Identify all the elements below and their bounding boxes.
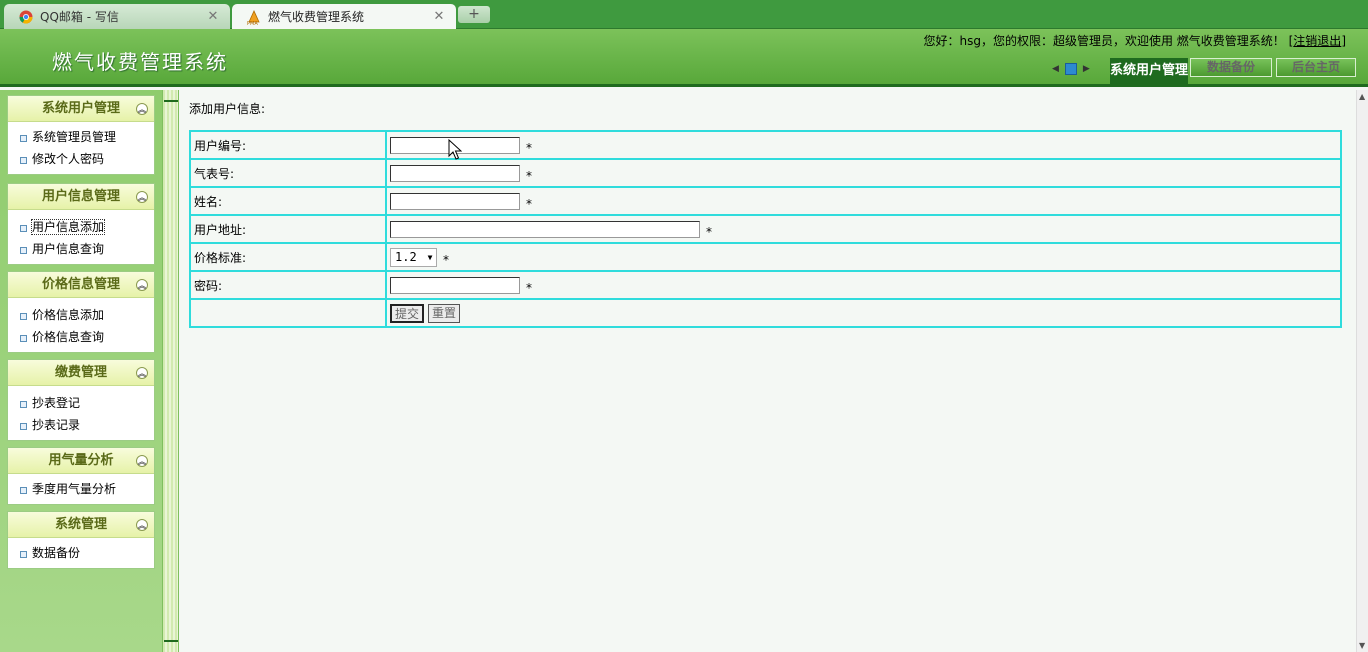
sidebar-item-meter-records[interactable]: 抄表记录 [8, 414, 154, 436]
main-content: 添加用户信息: 用户编号: * 气表号: * 姓名: * 用户地址: * 价格标… [180, 90, 1356, 652]
panel-title: 用户信息管理 [41, 189, 120, 204]
splitter-handle-top[interactable] [164, 90, 178, 102]
price-select-value: 1.2 [395, 250, 417, 264]
reset-button[interactable]: 重置 [428, 303, 461, 323]
chevron-down-icon: ▼ [427, 252, 433, 262]
sidebar: 系统用户管理 ︽ 系统管理员管理 修改个人密码 用户信息管理 ︽ 用户信息添加 … [0, 90, 162, 652]
close-icon[interactable]: ✕ [432, 9, 446, 24]
mouse-cursor-icon [448, 139, 462, 160]
field-label: 密码: [189, 270, 387, 300]
tab-title: QQ邮箱 - 写信 [40, 10, 119, 24]
sidebar-item-user-add[interactable]: 用户信息添加 [8, 216, 154, 238]
welcome-message: 您好：hsg，您的权限：超级管理员，欢迎使用 燃气收费管理系统！ [注销退出] [924, 32, 1347, 49]
header-tab-data-backup[interactable]: 数据备份 [1190, 58, 1272, 77]
sidebar-item-meter-register[interactable]: 抄表登记 [8, 392, 154, 414]
form-row-actions: 提交 重置 [189, 298, 1342, 328]
form-row-price: 价格标准: 1.2 ▼ * [189, 242, 1342, 272]
panel-title: 系统管理 [54, 517, 107, 532]
field-label: 价格标准: [189, 242, 387, 272]
vertical-scrollbar[interactable]: ▲ ▼ [1356, 90, 1368, 652]
collapse-up-icon[interactable]: ︽ [136, 455, 148, 467]
header-tab-home[interactable]: 后台主页 [1276, 58, 1356, 77]
required-mark: * [526, 197, 532, 211]
sidebar-splitter[interactable] [162, 90, 179, 652]
sidebar-panel-system-manage: 系统管理 ︽ 数据备份 [7, 511, 155, 569]
panel-title: 系统用户管理 [41, 101, 120, 116]
sidebar-item-data-backup[interactable]: 数据备份 [8, 542, 154, 564]
panel-header[interactable]: 用气量分析 ︽ [8, 448, 154, 474]
field-label: 气表号: [189, 158, 387, 188]
required-mark: * [443, 253, 449, 267]
required-mark: * [526, 169, 532, 183]
logout-link[interactable]: 注销退出 [1293, 34, 1341, 48]
scroll-up-icon[interactable]: ▲ [1359, 92, 1365, 101]
submit-button[interactable]: 提交 [390, 303, 425, 323]
chrome-icon [18, 9, 34, 25]
field-label: 用户编号: [189, 130, 387, 160]
panel-title: 缴费管理 [54, 365, 107, 380]
browser-tab-strip: QQ邮箱 - 写信 ✕ PMA 燃气收费管理系统 ✕ + [0, 0, 1368, 29]
collapse-up-icon[interactable]: ︽ [136, 191, 148, 203]
sidebar-item-price-add[interactable]: 价格信息添加 [8, 304, 154, 326]
arrow-left-icon[interactable]: ◀ [1052, 64, 1059, 74]
browser-tab-gas-system[interactable]: PMA 燃气收费管理系统 ✕ [232, 4, 456, 29]
welcome-close: ] [1341, 34, 1346, 48]
panel-header[interactable]: 系统管理 ︽ [8, 512, 154, 538]
welcome-text: 您好：hsg，您的权限：超级管理员，欢迎使用 燃气收费管理系统！ [ [923, 34, 1294, 48]
panel-title: 价格信息管理 [41, 277, 120, 292]
add-user-form: 用户编号: * 气表号: * 姓名: * 用户地址: * 价格标准: 1.2 ▼ *… [189, 130, 1342, 328]
panel-title: 用气量分析 [48, 453, 114, 468]
panel-header[interactable]: 系统用户管理 ︽ [8, 96, 154, 122]
price-select[interactable]: 1.2 ▼ [390, 247, 437, 267]
sidebar-panel-system-users: 系统用户管理 ︽ 系统管理员管理 修改个人密码 [7, 95, 155, 175]
section-title: 添加用户信息: [189, 102, 266, 116]
sidebar-item-quarterly-analysis[interactable]: 季度用气量分析 [8, 478, 154, 500]
sidebar-panel-payment: 缴费管理 ︽ 抄表登记 抄表记录 [7, 359, 155, 441]
splitter-handle-bottom[interactable] [164, 640, 178, 652]
header-tab-system-users[interactable]: 系统用户管理 [1110, 58, 1188, 84]
arrow-right-icon[interactable]: ▶ [1083, 64, 1090, 74]
collapse-up-icon[interactable]: ︽ [136, 519, 148, 531]
book-icon[interactable] [1064, 63, 1077, 75]
sidebar-item-price-query[interactable]: 价格信息查询 [8, 326, 154, 348]
password-input[interactable] [390, 276, 520, 294]
panel-header[interactable]: 价格信息管理 ︽ [8, 272, 154, 298]
form-row-name: 姓名: * [189, 186, 1342, 216]
collapse-up-icon[interactable]: ︽ [136, 279, 148, 291]
panel-header[interactable]: 缴费管理 ︽ [8, 360, 154, 386]
meter-no-input[interactable] [390, 164, 520, 182]
name-input[interactable] [390, 192, 520, 210]
sidebar-item-admin-manage[interactable]: 系统管理员管理 [8, 126, 154, 148]
header-nav-arrows: ◀ ▶ [1052, 63, 1090, 75]
pma-icon: PMA [246, 9, 262, 25]
new-tab-button[interactable]: + [458, 6, 490, 23]
form-row-user-id: 用户编号: * [189, 130, 1342, 160]
required-mark: * [526, 281, 532, 295]
required-mark: * [526, 141, 532, 155]
collapse-up-icon[interactable]: ︽ [136, 103, 148, 115]
required-mark: * [706, 225, 712, 239]
app-header: 燃气收费管理系统 您好：hsg，您的权限：超级管理员，欢迎使用 燃气收费管理系统… [0, 29, 1368, 87]
address-input[interactable] [390, 220, 700, 238]
form-row-meter-no: 气表号: * [189, 158, 1342, 188]
sidebar-panel-price-info: 价格信息管理 ︽ 价格信息添加 价格信息查询 [7, 271, 155, 353]
browser-tab-qqmail[interactable]: QQ邮箱 - 写信 ✕ [4, 4, 230, 29]
scroll-down-icon[interactable]: ▼ [1359, 641, 1365, 650]
sidebar-panel-gas-analysis: 用气量分析 ︽ 季度用气量分析 [7, 447, 155, 505]
empty-cell [189, 298, 387, 328]
form-row-address: 用户地址: * [189, 214, 1342, 244]
sidebar-item-user-query[interactable]: 用户信息查询 [8, 238, 154, 260]
collapse-up-icon[interactable]: ︽ [136, 367, 148, 379]
svg-text:PMA: PMA [247, 21, 258, 25]
close-icon[interactable]: ✕ [206, 9, 220, 24]
field-label: 姓名: [189, 186, 387, 216]
sidebar-item-change-password[interactable]: 修改个人密码 [8, 148, 154, 170]
tab-title: 燃气收费管理系统 [268, 10, 365, 24]
form-row-password: 密码: * [189, 270, 1342, 300]
app-title: 燃气收费管理系统 [52, 50, 228, 74]
sidebar-panel-user-info: 用户信息管理 ︽ 用户信息添加 用户信息查询 [7, 183, 155, 265]
field-label: 用户地址: [189, 214, 387, 244]
panel-header[interactable]: 用户信息管理 ︽ [8, 184, 154, 210]
